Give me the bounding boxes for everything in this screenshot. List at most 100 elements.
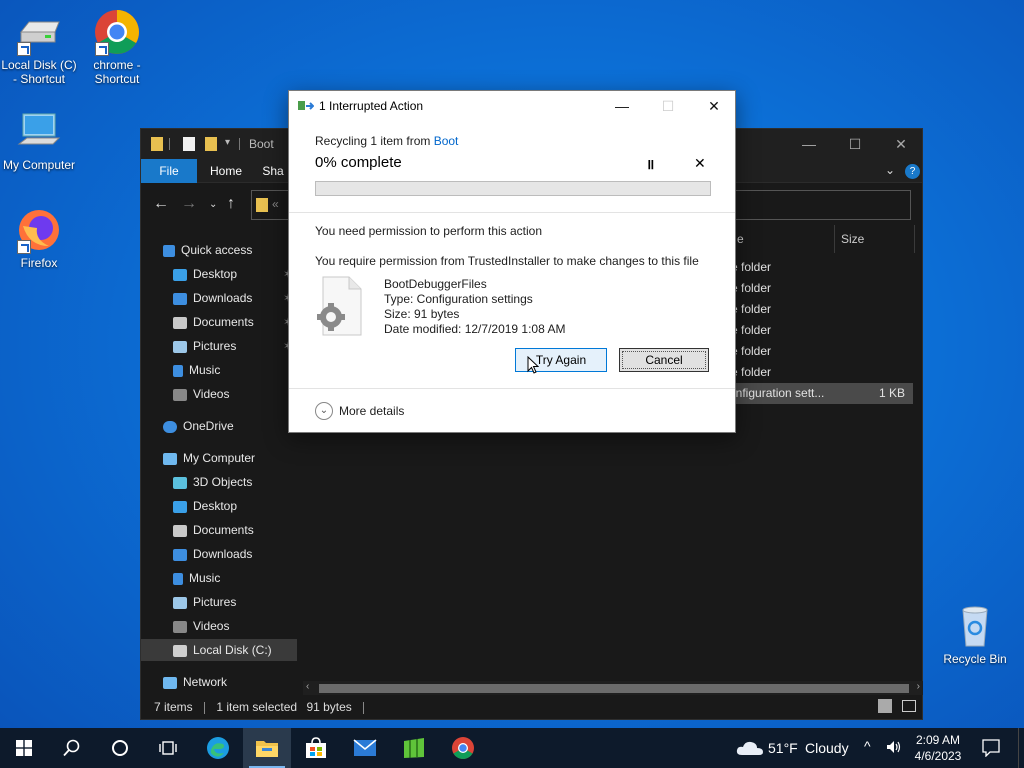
mouse-cursor-icon: [527, 355, 540, 377]
taskbar-store[interactable]: [292, 728, 340, 768]
folder-icon: [256, 198, 268, 212]
desktop-icon-recycle-bin[interactable]: Recycle Bin: [936, 602, 1014, 666]
star-icon: [163, 244, 175, 257]
file-size: Size: 91 bytes: [384, 307, 460, 321]
weather-condition: Cloudy: [805, 740, 849, 756]
sidebar-item-network[interactable]: Network: [141, 671, 297, 693]
sidebar-item-documents-2[interactable]: Documents: [141, 519, 297, 541]
taskbar-app[interactable]: [390, 728, 438, 768]
column-header-size[interactable]: Size: [835, 225, 915, 253]
properties-icon[interactable]: [183, 137, 195, 151]
sidebar-item-3d-objects[interactable]: 3D Objects: [141, 471, 297, 493]
sidebar-item-downloads-2[interactable]: Downloads: [141, 543, 297, 565]
pause-button[interactable]: ॥: [646, 155, 654, 174]
folder-icon: [256, 741, 278, 757]
sidebar-item-quick-access[interactable]: Quick access: [141, 239, 297, 261]
scroll-right-icon[interactable]: ›: [917, 681, 920, 692]
dialog-titlebar[interactable]: 1 Interrupted Action — ☐ ✕: [289, 91, 735, 122]
ribbon-expand-icon[interactable]: ⌄: [885, 163, 895, 177]
scroll-left-icon[interactable]: ‹: [306, 681, 309, 692]
sidebar-item-videos-2[interactable]: Videos: [141, 615, 297, 637]
large-icons-view-icon[interactable]: [902, 700, 916, 712]
new-folder-icon[interactable]: [205, 137, 217, 151]
cancel-operation-button[interactable]: ✕: [694, 155, 706, 172]
sidebar-item-videos[interactable]: Videos: [141, 383, 297, 405]
close-button[interactable]: ✕: [878, 129, 924, 159]
maximize-button[interactable]: ☐: [832, 129, 878, 159]
sidebar-item-pictures[interactable]: Pictures✶: [141, 335, 297, 357]
divider: [239, 138, 240, 150]
taskbar-edge[interactable]: [194, 728, 242, 768]
sidebar-item-local-disk[interactable]: Local Disk (C:): [141, 639, 297, 661]
back-arrow-icon[interactable]: ←: [153, 195, 169, 213]
sidebar-item-my-computer[interactable]: My Computer: [141, 447, 297, 469]
task-view-icon: [159, 741, 177, 755]
status-bar: 7 items 1 item selected 91 bytes: [141, 695, 922, 719]
taskbar-mail[interactable]: [341, 728, 389, 768]
desktop-icon: [173, 268, 187, 281]
shortcut-arrow-icon: [17, 42, 31, 56]
sidebar-item-documents[interactable]: Documents✶: [141, 311, 297, 333]
network-icon: [163, 676, 177, 689]
up-arrow-icon[interactable]: ↑: [227, 195, 235, 213]
desktop-icon-firefox[interactable]: Firefox: [0, 206, 78, 270]
qat-dropdown-icon[interactable]: ▾: [225, 137, 230, 148]
clock[interactable]: 2:09 AM 4/6/2023: [906, 732, 970, 764]
shortcut-arrow-icon: [17, 240, 31, 254]
desktop-icon-label: Local Disk (C) - Shortcut: [1, 58, 77, 86]
source-folder-link[interactable]: Boot: [434, 134, 459, 148]
tab-home[interactable]: Home: [199, 159, 253, 183]
volume-icon[interactable]: [886, 739, 902, 758]
desktop-icon-local-disk[interactable]: Local Disk (C) - Shortcut: [0, 8, 78, 86]
music-icon: [173, 572, 183, 585]
taskbar-chrome[interactable]: [439, 728, 487, 768]
tab-share[interactable]: Sha: [255, 159, 291, 183]
details-view-icon[interactable]: [878, 699, 892, 713]
file-operation-icon: [298, 101, 315, 112]
notifications-icon[interactable]: [982, 739, 1000, 760]
help-icon[interactable]: ?: [905, 164, 920, 179]
sidebar-item-onedrive[interactable]: OneDrive: [141, 415, 297, 437]
task-view-button[interactable]: [144, 728, 192, 768]
search-button[interactable]: [48, 728, 96, 768]
show-hidden-icons-icon[interactable]: ^: [864, 738, 871, 754]
column-header-type[interactable]: e: [731, 225, 835, 253]
cortana-icon: [112, 740, 128, 756]
close-button[interactable]: ✕: [691, 91, 737, 122]
forward-arrow-icon[interactable]: →: [181, 195, 197, 213]
recycling-status: Recycling 1 item from Boot: [315, 134, 459, 148]
desktop-icon-label: Firefox: [20, 256, 58, 270]
selection-count: 1 item selected: [216, 700, 298, 714]
horizontal-scrollbar[interactable]: ‹ ›: [303, 681, 923, 695]
clock-date: 4/6/2023: [914, 749, 962, 763]
file-type: e folder: [731, 344, 772, 358]
sidebar-item-music-2[interactable]: Music: [141, 567, 297, 589]
desktop-icon-chrome[interactable]: chrome - Shortcut: [78, 8, 156, 86]
sidebar-item-downloads[interactable]: Downloads✶: [141, 287, 297, 309]
start-button[interactable]: [0, 728, 48, 768]
file-type: e folder: [731, 302, 772, 316]
selection-size: 91 bytes: [306, 700, 352, 714]
interrupted-action-dialog[interactable]: 1 Interrupted Action — ☐ ✕ Recycling 1 i…: [288, 90, 736, 433]
chrome-icon: [452, 737, 474, 759]
recent-locations-icon[interactable]: ⌄: [209, 199, 217, 210]
sidebar-item-desktop-2[interactable]: Desktop: [141, 495, 297, 517]
show-desktop-button[interactable]: [1018, 728, 1024, 768]
tab-file[interactable]: File: [141, 159, 197, 183]
minimize-button[interactable]: —: [599, 91, 645, 122]
cancel-button[interactable]: Cancel: [619, 348, 709, 372]
sidebar-item-music[interactable]: Music: [141, 359, 297, 381]
scrollbar-thumb[interactable]: [319, 684, 909, 693]
desktop-icon-my-computer[interactable]: My Computer: [0, 108, 78, 172]
cortana-button[interactable]: [96, 728, 144, 768]
file-size: 1 KB: [878, 386, 905, 400]
minimize-button[interactable]: —: [786, 129, 832, 159]
sidebar-item-pictures-2[interactable]: Pictures: [141, 591, 297, 613]
taskbar-file-explorer[interactable]: [243, 728, 291, 768]
desktop-icon-label: My Computer: [2, 158, 76, 172]
search-icon: [63, 739, 80, 757]
firefox-icon: [15, 206, 63, 254]
sidebar-item-desktop[interactable]: Desktop✶: [141, 263, 297, 285]
computer-icon: [15, 108, 63, 156]
shortcut-arrow-icon: [95, 42, 109, 56]
